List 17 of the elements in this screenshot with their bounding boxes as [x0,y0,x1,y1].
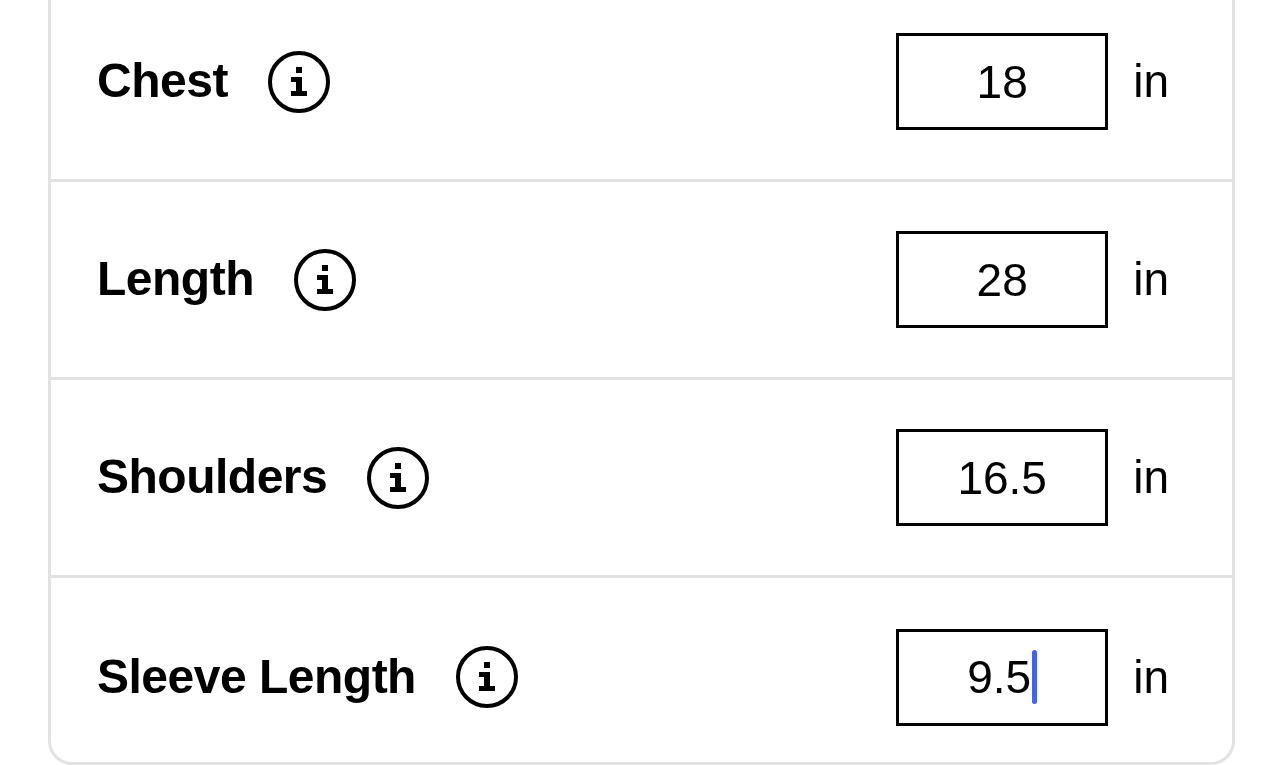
info-icon[interactable] [367,446,430,509]
unit-label: in [1133,56,1169,107]
measurement-label: Sleeve Length [97,650,416,704]
unit-label: in [1133,254,1169,305]
measurement-input-field[interactable]: 28 [896,231,1109,328]
measurement-label: Chest [97,55,228,108]
text-caret-icon [1032,650,1038,704]
unit-label: in [1133,452,1169,503]
unit-label: in [1133,651,1169,703]
measurement-input-field[interactable]: 16.5 [896,429,1109,526]
info-icon[interactable] [455,646,518,708]
measurement-input-field[interactable]: 9.5 [896,628,1109,726]
measurement-label: Shoulders [97,451,328,504]
info-icon[interactable] [267,50,330,113]
info-icon[interactable] [293,248,356,311]
measurement-label: Length [97,253,254,306]
measurement-input-field[interactable]: 18 [896,33,1109,130]
